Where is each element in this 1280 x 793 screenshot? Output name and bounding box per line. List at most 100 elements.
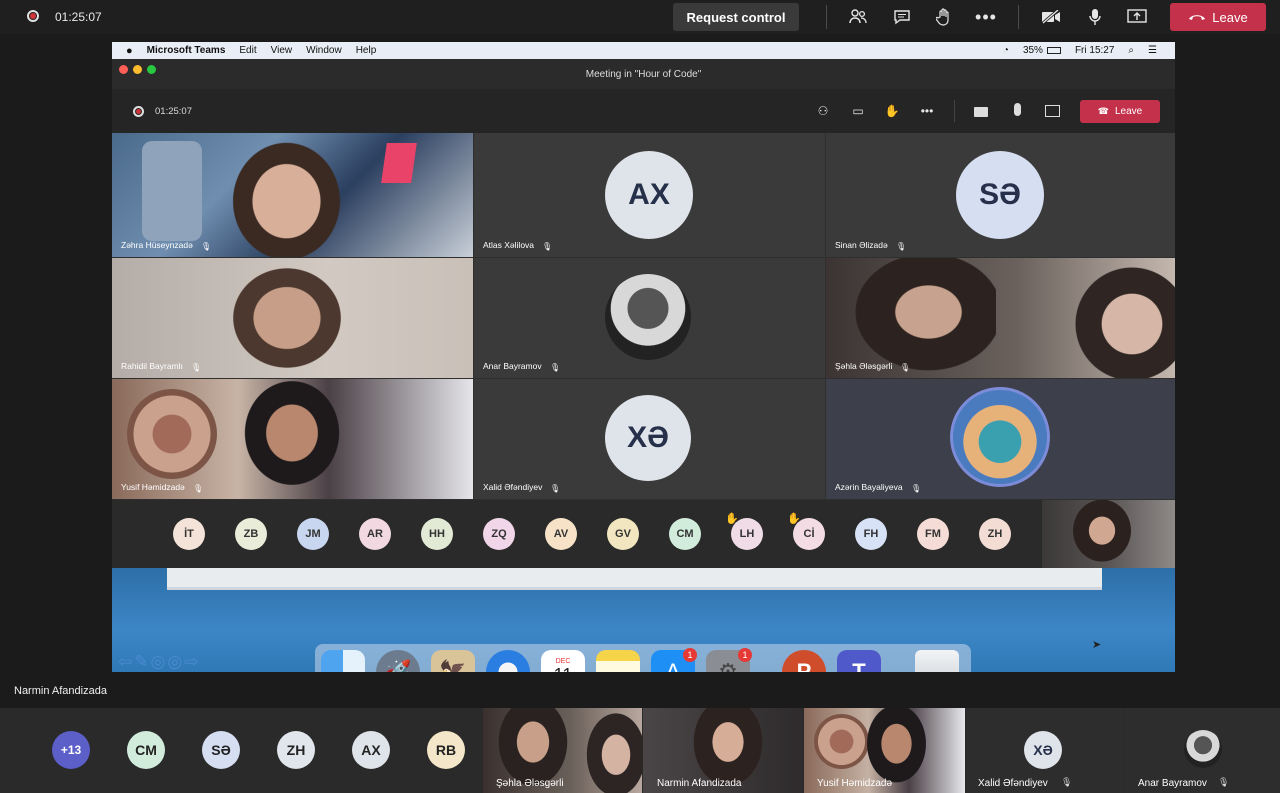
avatar-tile: XƏ Xalid Əfəndiyev 🎙 xyxy=(474,379,825,499)
participant-video xyxy=(222,258,352,378)
participant-name: Anar Bayramov xyxy=(1138,778,1207,789)
participant-avatar: JM xyxy=(297,518,329,550)
participant-avatar: FH xyxy=(855,518,887,550)
participant-gallery: +13 CM SƏ ZH AX RB Şəhla Ələsgərli Narmin Af… xyxy=(0,708,1280,793)
battery-percent: 35% xyxy=(1022,45,1043,56)
robot-poster xyxy=(142,141,202,241)
participant-name: Yusif Həmidzadə xyxy=(121,482,185,492)
chat-icon[interactable] xyxy=(890,5,914,29)
apple-logo-icon: ● xyxy=(126,44,133,57)
mouse-cursor-icon: ➤ xyxy=(1092,639,1102,651)
participant-video xyxy=(846,258,996,378)
participant-name: Narmin Afandizada xyxy=(657,778,742,789)
participant-name: Atlas Xəlilova xyxy=(483,240,535,250)
menu-edit: Edit xyxy=(239,45,257,56)
shared-screen: ● Microsoft Teams Edit View Window Help … xyxy=(112,42,1175,672)
calendar-month: DEC xyxy=(555,658,571,665)
inner-share-icon xyxy=(1045,105,1060,117)
raise-hand-icon[interactable] xyxy=(932,5,956,29)
participant-name: Şəhla Ələsgərli xyxy=(496,778,564,789)
video-tile[interactable]: Şəhla Ələsgərli xyxy=(483,708,642,793)
participant-name: Xalid Əfəndiyev xyxy=(483,482,543,492)
slide-edge xyxy=(167,568,1102,590)
menu-help: Help xyxy=(355,45,377,56)
mic-muted-icon: 🎙 xyxy=(550,484,561,493)
trash-icon xyxy=(915,650,959,672)
participant-avatar: GV xyxy=(607,518,639,550)
participant-name: Anar Bayramov xyxy=(483,361,542,371)
inner-more-icon: ••• xyxy=(920,104,934,118)
mic-muted-icon: 🎙 xyxy=(201,242,212,251)
poster-shape xyxy=(381,143,417,183)
phone-hangup-icon xyxy=(1189,15,1206,20)
leave-button[interactable]: Leave xyxy=(1170,3,1266,31)
recording-icon xyxy=(27,10,39,22)
video-tile[interactable]: Narmin Afandizada xyxy=(643,708,803,793)
menu-view: View xyxy=(270,45,293,56)
avatar-tile[interactable]: Anar Bayramov 🎙 xyxy=(1124,708,1280,793)
toolbar-divider xyxy=(1018,5,1019,29)
search-icon: ⌕ xyxy=(1128,45,1135,56)
window-title-bar: Meeting in "Hour of Code" xyxy=(112,59,1175,89)
inner-divider xyxy=(954,100,955,122)
mic-muted-icon: 🎙 xyxy=(542,242,553,251)
participant-avatar: CM xyxy=(669,518,701,550)
window-title: Meeting in "Hour of Code" xyxy=(585,68,702,80)
mic-muted-icon: 🎙 xyxy=(550,363,561,372)
participant-avatar: HH xyxy=(421,518,453,550)
avatar-tile: AX Atlas Xəlilova 🎙 xyxy=(474,133,825,257)
more-options-icon[interactable]: ••• xyxy=(974,5,998,29)
participant-video xyxy=(224,133,349,257)
participant-avatar: AV xyxy=(545,518,577,550)
self-video-tile xyxy=(1042,500,1175,568)
pinned-participant-name: Narmin Afandizada xyxy=(14,685,107,697)
inner-participants-icon: ⚇ xyxy=(817,104,829,118)
inner-camera-icon xyxy=(974,107,988,117)
participant-video-second xyxy=(583,708,642,793)
participant-name: Xalid Əfəndiyev xyxy=(978,778,1048,789)
participant-name: Şəhla Ələsgərli xyxy=(835,361,893,371)
request-control-button[interactable]: Request control xyxy=(673,3,799,31)
inner-meeting-toolbar: 01:25:07 ⚇ ▭ ✋ ••• ☎ Leave xyxy=(112,89,1175,133)
menu-list-icon: ☰ xyxy=(1148,45,1157,56)
inner-microphone-icon xyxy=(1014,103,1021,116)
zoom-window-icon xyxy=(147,65,156,74)
launchpad-icon: 🚀 xyxy=(376,650,420,672)
toolbar-divider xyxy=(826,5,827,29)
mac-menu-bar: ● Microsoft Teams Edit View Window Help … xyxy=(112,42,1175,59)
mic-muted-icon: 🎙 xyxy=(193,484,204,493)
mic-muted-icon: 🎙 xyxy=(911,484,922,493)
calendar-day: 11 xyxy=(554,665,573,672)
participant-avatar: AX xyxy=(605,151,693,239)
participant-avatar[interactable]: ZH xyxy=(277,731,315,769)
participant-avatar: SƏ xyxy=(956,151,1044,239)
leave-label: Leave xyxy=(1212,9,1248,25)
share-screen-icon[interactable] xyxy=(1125,5,1149,29)
participant-avatar[interactable]: AX xyxy=(352,731,390,769)
participant-avatar[interactable]: SƏ xyxy=(202,731,240,769)
inner-phone-icon: ☎ xyxy=(1097,106,1109,116)
meeting-toolbar: 01:25:07 Request control ••• Leave xyxy=(0,0,1280,34)
avatar-tile[interactable]: XƏ Xalid Əfəndiyev 🎙 xyxy=(966,708,1123,793)
mic-muted-icon: 🎙 xyxy=(1061,777,1073,787)
participant-avatar[interactable]: RB xyxy=(427,731,465,769)
participants-icon[interactable] xyxy=(846,5,870,29)
participant-video-second xyxy=(1066,258,1175,378)
participant-name: Yusif Həmidzadə xyxy=(817,778,893,789)
inner-meeting-timer: 01:25:07 xyxy=(155,106,192,117)
raised-hand-icon: ✋ xyxy=(725,513,739,525)
raised-hand-icon: ✋ xyxy=(787,513,801,525)
inner-recording-icon xyxy=(133,106,144,117)
mic-muted-icon: 🎙 xyxy=(900,363,911,372)
close-window-icon xyxy=(119,65,128,74)
menu-app-name: Microsoft Teams xyxy=(146,45,226,56)
teams-icon: T xyxy=(837,650,881,672)
participant-name: Sinan Əlizadə xyxy=(835,240,888,250)
mic-muted-icon: 🎙 xyxy=(896,242,907,251)
powerpoint-icon: P xyxy=(782,650,826,672)
participant-name: Rahidil Bayramlı xyxy=(121,361,183,371)
video-tile[interactable]: Yusif Həmidzadə xyxy=(804,708,965,793)
participant-avatar[interactable]: CM xyxy=(127,731,165,769)
camera-off-icon[interactable] xyxy=(1039,5,1063,29)
microphone-icon[interactable] xyxy=(1083,5,1107,29)
